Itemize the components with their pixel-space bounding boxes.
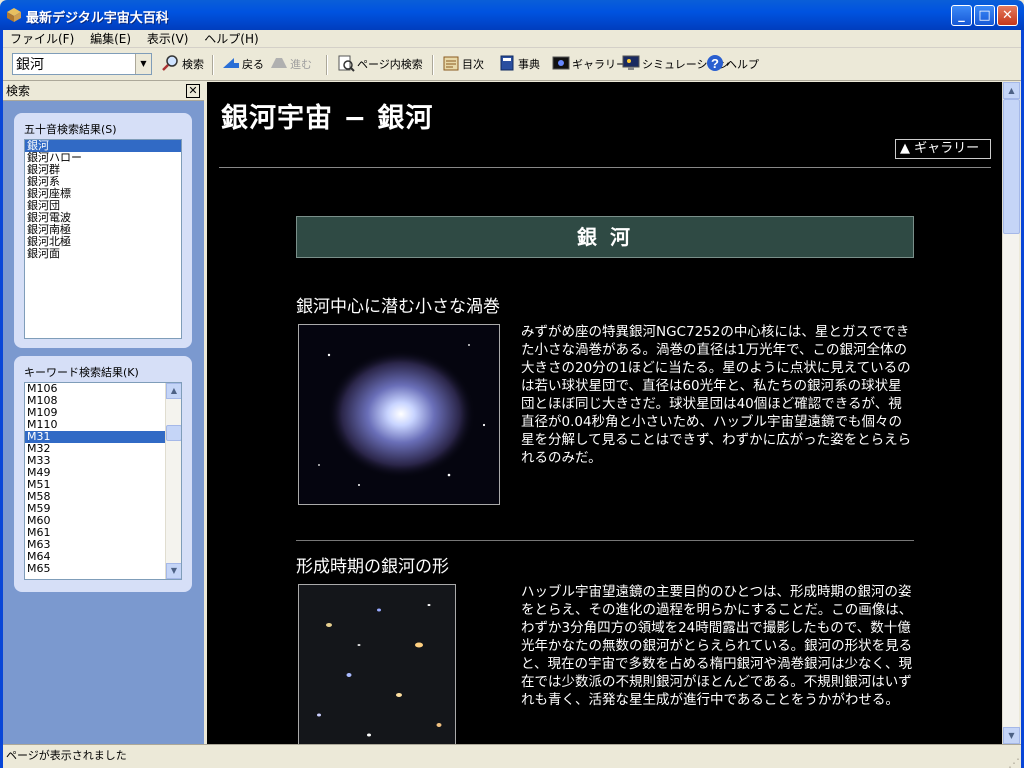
keyword-scrollbar[interactable]: ▲ ▼ — [165, 383, 181, 579]
search-pane: 検索 ✕ 五十音検索結果(S) 銀河 銀河ハロー 銀河群 銀河系 銀河座標 銀河団 銀河電波… — [0, 82, 204, 744]
keyword-results-group: キーワード検索結果(K) M106 M108 M109 M110 M31 M32 M33 M4… — [14, 356, 192, 592]
search-button[interactable]: 検索 — [160, 53, 204, 77]
keyword-result-item[interactable]: M65 — [25, 563, 165, 575]
kana-result-item[interactable]: 銀河面 — [25, 248, 181, 260]
svg-text:?: ? — [711, 56, 719, 71]
article-title: 銀河中心に潜む小さな渦巻 — [296, 297, 500, 317]
book-icon — [496, 54, 518, 76]
dictionary-button[interactable]: 事典 — [496, 53, 540, 77]
galaxy-image — [298, 324, 500, 505]
page-search-label: ページ内検索 — [357, 58, 423, 71]
help-button[interactable]: ? ヘルプ — [704, 53, 759, 77]
menu-view[interactable]: 表示(V) — [141, 30, 195, 47]
back-button[interactable]: 戻る — [220, 53, 264, 77]
menu-help[interactable]: ヘルプ(H) — [198, 30, 264, 47]
forward-label: 進む — [290, 58, 312, 71]
forward-arrow-icon — [268, 54, 290, 76]
page-search-icon — [335, 54, 357, 76]
scroll-up-icon[interactable]: ▲ — [1003, 82, 1020, 99]
kana-results-group: 五十音検索結果(S) 銀河 銀河ハロー 銀河群 銀河系 銀河座標 銀河団 銀河電波 銀河南極銀… — [14, 113, 192, 348]
scroll-down-icon[interactable]: ▼ — [1003, 727, 1020, 744]
article-divider — [296, 540, 914, 541]
minimize-button[interactable]: _ — [951, 5, 972, 26]
gallery-label: ギャラリー — [572, 58, 627, 71]
help-icon: ? — [704, 54, 726, 76]
help-label: ヘルプ — [726, 58, 759, 71]
article-text: ハッブル宇宙望遠鏡の主要目的のひとつは、形成時期の銀河の姿をとらえ、その進化の過… — [521, 584, 913, 708]
menu-bar: ファイル(F) 編集(E) 表示(V) ヘルプ(H) — [0, 30, 1024, 48]
app-icon — [7, 8, 21, 22]
content-scrollbar[interactable]: ▲ ▼ — [1002, 82, 1020, 744]
page-heading: 銀河宇宙 − 銀河 — [221, 103, 434, 134]
gallery-icon — [550, 54, 572, 76]
toolbar-separator — [326, 55, 328, 75]
scroll-thumb[interactable] — [166, 425, 181, 441]
title-bar: 最新デジタル宇宙大百科 _ □ ✕ — [0, 0, 1024, 30]
maximize-icon: □ — [978, 8, 991, 23]
toolbar-separator — [432, 55, 434, 75]
heading-divider — [219, 167, 991, 168]
keyword-items: M106 M108 M109 M110 M31 M32 M33 M49 M51 M58 M59 M60… — [25, 383, 165, 575]
search-combobox[interactable]: ▼ — [12, 53, 152, 75]
menu-edit[interactable]: 編集(E) — [84, 30, 137, 47]
toolbar-separator — [212, 55, 214, 75]
keyword-results-list[interactable]: M106 M108 M109 M110 M31 M32 M33 M49 M51 M58 M59 M60… — [24, 382, 182, 580]
status-text: ページが表示されました — [6, 749, 127, 762]
article-title: 形成時期の銀河の形 — [296, 557, 449, 577]
close-button[interactable]: ✕ — [997, 5, 1018, 26]
search-pane-header: 検索 ✕ — [0, 82, 204, 101]
search-input[interactable] — [13, 54, 131, 74]
content-area: 銀河宇宙 − 銀河 ▲ ギャラリー 銀 河 銀河中心に潜む小さな渦巻 みずがめ座… — [207, 82, 1002, 744]
page-search-button[interactable]: ページ内検索 — [335, 53, 423, 77]
kana-results-label: 五十音検索結果(S) — [24, 123, 117, 136]
back-label: 戻る — [242, 58, 264, 71]
back-arrow-icon — [220, 54, 242, 76]
article-text: みずがめ座の特異銀河NGC7252の中心核には、星とガスでできた小さな渦巻がある… — [521, 324, 912, 466]
close-pane-icon[interactable]: ✕ — [186, 84, 200, 98]
menu-file[interactable]: ファイル(F) — [4, 30, 80, 47]
toc-label: 目次 — [462, 58, 484, 71]
kana-results-list[interactable]: 銀河 銀河ハロー 銀河群 銀河系 銀河座標 銀河団 銀河電波 銀河南極 銀河北極 銀河面 — [24, 139, 182, 339]
toc-button[interactable]: 目次 — [440, 53, 484, 77]
scroll-down-icon[interactable]: ▼ — [166, 563, 181, 579]
gallery-button[interactable]: ギャラリー — [550, 53, 627, 77]
minimize-icon: _ — [958, 8, 965, 23]
window-border-left — [0, 30, 3, 768]
deep-field-image — [298, 584, 456, 744]
dropdown-arrow-icon[interactable]: ▼ — [135, 54, 151, 74]
gallery-link[interactable]: ▲ ギャラリー — [895, 139, 991, 159]
simulation-icon — [620, 54, 642, 76]
toc-icon — [440, 54, 462, 76]
toolbar: ▼ 検索 戻る 進む ページ内検索 目次 事典 ギャラリー — [0, 49, 1024, 81]
magnifier-icon — [160, 54, 182, 76]
scroll-thumb[interactable] — [1003, 99, 1020, 234]
close-icon: ✕ — [1002, 8, 1013, 23]
search-pane-title: 検索 — [6, 84, 31, 98]
window-title: 最新デジタル宇宙大百科 — [26, 11, 169, 26]
scroll-up-icon[interactable]: ▲ — [166, 383, 181, 399]
dictionary-label: 事典 — [518, 58, 540, 71]
keyword-results-label: キーワード検索結果(K) — [24, 366, 139, 379]
search-label: 検索 — [182, 58, 204, 71]
forward-button[interactable]: 進む — [268, 53, 312, 77]
section-title: 銀 河 — [296, 216, 914, 258]
maximize-button[interactable]: □ — [974, 5, 995, 26]
resize-grip-icon[interactable]: ⋰ — [1008, 752, 1022, 768]
status-bar: ページが表示されました ⋰ — [0, 744, 1024, 768]
